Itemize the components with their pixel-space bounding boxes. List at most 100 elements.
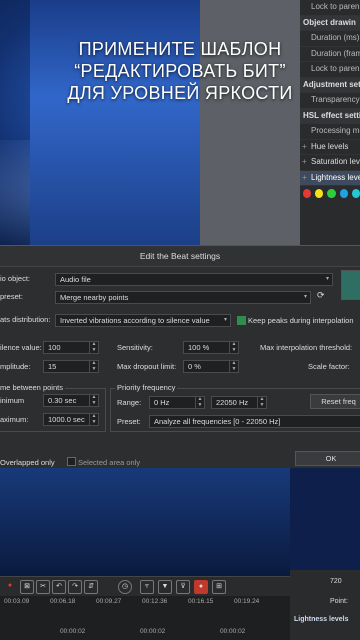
selected-area-checkbox[interactable] <box>67 457 76 466</box>
property-row[interactable]: Object drawin <box>300 15 360 31</box>
frequency-preset-value: Analyze all frequencies [0 - 22050 Hz] <box>154 417 281 426</box>
silence-label: ilence value: <box>0 343 42 352</box>
filter-icon[interactable]: ⊽ <box>176 580 190 594</box>
dialog-title: Edit the Beat settings <box>0 246 360 267</box>
range-from-field[interactable]: 0 Hz ▲ ▼ <box>149 396 205 409</box>
minimum-field[interactable]: 0.30 sec ▲ ▼ <box>43 394 99 407</box>
clock-icon[interactable]: ◷ <box>118 580 132 594</box>
keep-peaks-checkbox[interactable] <box>237 316 246 325</box>
point-label: Point: <box>330 598 348 605</box>
color-dot[interactable] <box>351 188 360 198</box>
amplitude-field[interactable]: 15 ▲ ▼ <box>43 360 99 373</box>
ruler-bottom-label: 00:00:02 <box>60 628 86 635</box>
caption-line-3: ДЛЯ УРОВНЕЙ ЯРКОСТИ <box>67 83 293 103</box>
maximum-label: aximum: <box>0 415 29 424</box>
stepper-icon[interactable]: ▲ ▼ <box>89 414 98 425</box>
property-row[interactable]: Lightness levels <box>300 170 360 186</box>
preset-select[interactable]: Merge nearby points ▾ <box>55 291 311 304</box>
maximum-value: 1000.0 sec <box>48 415 85 424</box>
color-dots <box>300 186 360 200</box>
preview-frame <box>30 0 200 245</box>
range-to-value: 22050 Hz <box>216 398 249 407</box>
minimum-label: inimum <box>0 396 25 405</box>
sensitivity-value: 100 % <box>188 343 210 352</box>
snap-icon[interactable]: ⫧ <box>140 580 154 594</box>
cut-icon[interactable]: ✂ <box>36 580 50 594</box>
amplitude-label: mplitude: <box>0 362 31 371</box>
stepper-icon[interactable]: ▲ ▼ <box>89 361 98 372</box>
ok-button[interactable]: OK <box>295 451 360 466</box>
ruler-ticks: 00:03.09 00:06.18 00:09.27 00:12.36 00:16.15… <box>0 598 290 608</box>
range-label: Range: <box>117 398 142 407</box>
overlay-caption: ПРИМЕНИТЕ ШАБЛОН “РЕДАКТИРОВАТЬ БИТ” ДЛЯ… <box>0 38 360 104</box>
beats-distribution-select[interactable]: Inverted vibrations according to silence… <box>55 314 231 327</box>
audio-object-label: io object: <box>0 274 31 283</box>
range-from-value: 0 Hz <box>154 398 170 407</box>
grid-icon[interactable]: ⊞ <box>212 580 226 594</box>
ruler-tick-label: 00:09.27 <box>96 598 122 605</box>
stepper-icon[interactable]: ▲ ▼ <box>229 342 238 353</box>
frequency-preset-select[interactable]: Analyze all frequencies [0 - 22050 Hz] <box>149 415 360 428</box>
sensitivity-field[interactable]: 100 % ▲ ▼ <box>183 341 239 354</box>
stepper-icon[interactable]: ▲ ▼ <box>257 397 266 408</box>
ruler-bottom-label: 00:00:02 <box>220 628 246 635</box>
stepper-icon[interactable]: ▲ ▼ <box>195 397 204 408</box>
split-icon[interactable]: ⇵ <box>84 580 98 594</box>
properties-panel: Lock to paren Object drawin Duration (ms) D… <box>300 0 360 245</box>
stepper-icon[interactable]: ▲ ▼ <box>89 395 98 406</box>
preview-lower <box>0 467 290 577</box>
preset2-label: Preset: <box>117 417 141 426</box>
dropout-field[interactable]: 0 % ▲ ▼ <box>183 360 239 373</box>
priority-group-label: Priority frequency <box>115 383 178 392</box>
minimum-value: 0.30 sec <box>48 396 77 405</box>
chevron-down-icon: ▾ <box>303 294 307 300</box>
lightness-track-label: Lightness levels <box>294 616 349 623</box>
property-row[interactable]: Processing mode <box>300 124 360 140</box>
amplitude-value: 15 <box>48 362 57 371</box>
interpolation-threshold-label: Max interpolation threshold: <box>260 343 353 352</box>
property-row[interactable]: Lock to paren <box>300 0 360 16</box>
silence-value: 100 <box>48 343 61 352</box>
timeline-ruler: 00:03.09 00:06.18 00:09.27 00:12.36 00:16.15… <box>0 596 290 640</box>
stepper-icon[interactable]: ▲ ▼ <box>89 342 98 353</box>
reset-frequency-button[interactable]: Reset freq <box>310 394 360 409</box>
caption-line-2: “РЕДАКТИРОВАТЬ БИТ” <box>74 61 286 81</box>
beats-distribution-label: ats distribution: <box>0 315 51 324</box>
caption-line-1: ПРИМЕНИТЕ ШАБЛОН <box>78 39 282 59</box>
refresh-icon[interactable]: ⟳ <box>317 290 325 301</box>
ruler-tick-label: 00:06.18 <box>50 598 76 605</box>
silence-field[interactable]: 100 ▲ ▼ <box>43 341 99 354</box>
mark-icon[interactable]: ⊠ <box>20 580 34 594</box>
color-dot[interactable] <box>315 188 324 198</box>
audio-object-select[interactable]: Audio file ▾ <box>55 273 333 286</box>
stepper-icon[interactable]: ▲ ▼ <box>229 361 238 372</box>
color-dot[interactable] <box>303 188 312 198</box>
time-group-label: me between points <box>0 383 65 392</box>
property-row[interactable]: Saturation levels <box>300 155 360 171</box>
dropout-label: Max dropout limit: <box>117 362 177 371</box>
timeline-toolbar: ● ⊠ ✂ ↶ ↷ ⇵ ◷ ⫧ ▼ ⊽ ● ⊞ <box>0 576 290 597</box>
ruler-bottom-label: 00:00:02 <box>140 628 166 635</box>
analyze-button[interactable] <box>341 270 360 300</box>
chevron-down-icon: ▾ <box>325 276 329 282</box>
preset-label: preset: <box>0 292 23 301</box>
preset-value: Merge nearby points <box>60 293 129 302</box>
property-row[interactable]: HSL effect setti <box>300 108 360 124</box>
ruler-tick-label: 00:16.15 <box>188 598 214 605</box>
ruler-tick-label: 00:12.36 <box>142 598 168 605</box>
marker-icon[interactable]: ▼ <box>158 580 172 594</box>
ruler-tick-label: 00:19.24 <box>234 598 260 605</box>
dropout-value: 0 % <box>188 362 201 371</box>
color-dot[interactable] <box>339 188 348 198</box>
color-dot[interactable] <box>327 188 336 198</box>
overlapped-only-label[interactable]: Overlapped only <box>0 458 55 467</box>
redo-icon[interactable]: ↷ <box>68 580 82 594</box>
record-icon[interactable]: ● <box>4 580 16 592</box>
audio-object-value: Audio file <box>60 275 91 284</box>
maximum-field[interactable]: 1000.0 sec ▲ ▼ <box>43 413 99 426</box>
property-row[interactable]: Hue levels <box>300 140 360 155</box>
range-to-field[interactable]: 22050 Hz ▲ ▼ <box>211 396 267 409</box>
record-audio-icon[interactable]: ● <box>194 580 208 594</box>
undo-icon[interactable]: ↶ <box>52 580 66 594</box>
beats-distribution-value: Inverted vibrations according to silence… <box>60 316 210 325</box>
